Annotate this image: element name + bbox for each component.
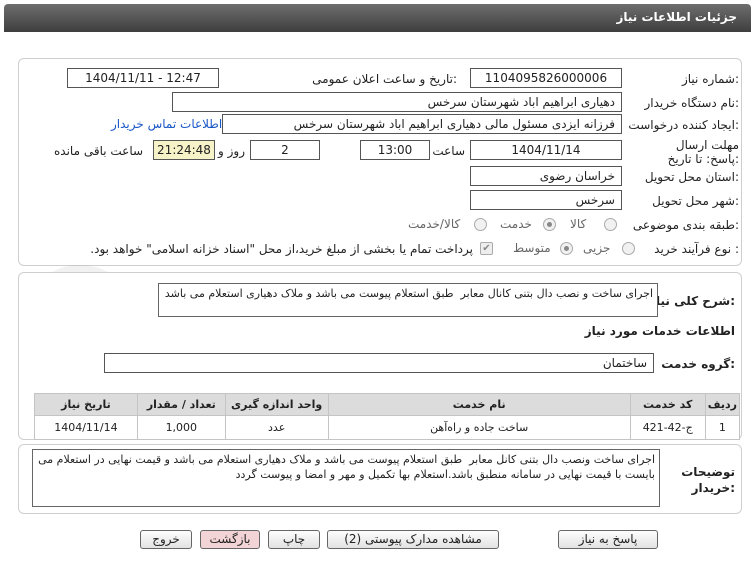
deadline-days-label: روز و [218, 144, 245, 158]
buyer-org-label: نام دستگاه خریدار: [644, 96, 740, 110]
deadline-date-field: 1404/11/14 [470, 140, 622, 160]
category-goods-service-label: کالا/خدمت [408, 217, 461, 231]
treasury-note: پرداخت تمام یا بخشی از مبلغ خرید،از محل … [90, 242, 473, 256]
province-label: استان محل تحویل: [644, 170, 739, 184]
cell-service-code: ج-42-421 [629, 415, 706, 440]
col-need-date: تاریخ نیاز [34, 393, 138, 416]
buyer-notes-label: توضیحات خریدار: [681, 465, 735, 495]
deadline-time-label: ساعت [432, 144, 465, 158]
view-attachments-button[interactable]: مشاهده مدارک پیوستی (2) [327, 530, 499, 549]
service-group-field: ساختمان [104, 353, 654, 373]
cell-unit: عدد [224, 415, 329, 440]
cell-need-date: 1404/11/14 [34, 415, 138, 440]
remaining-time-field: 21:24:48 [153, 140, 215, 160]
reply-button[interactable]: پاسخ به نیاز [558, 530, 658, 549]
announce-date-label: تاریخ و ساعت اعلان عمومی: [312, 72, 457, 86]
services-info-title: اطلاعات خدمات مورد نیاز [584, 324, 735, 338]
process-minor-radio[interactable] [622, 242, 635, 255]
need-number-label: شماره نیاز: [681, 72, 739, 86]
col-unit: واحد اندازه گیری [224, 393, 329, 416]
services-table: ردیف کد خدمت نام خدمت واحد اندازه گیری ت… [34, 393, 741, 440]
process-label: نوع فرآیند خرید : [654, 242, 739, 256]
col-service-code: کد خدمت [629, 393, 706, 416]
cell-service-name: ساخت جاده و راه‌آهن [327, 415, 631, 440]
cell-quantity: 1,000 [136, 415, 226, 440]
category-label: طبقه بندی موضوعی: [632, 218, 739, 232]
city-field: سرخس [470, 190, 622, 210]
need-info-panel [18, 58, 742, 266]
process-medium-label: متوسط [513, 241, 551, 255]
back-button[interactable]: بازگشت [200, 530, 260, 549]
table-header-row: ردیف کد خدمت نام خدمت واحد اندازه گیری ت… [34, 393, 741, 416]
deadline-time-field: 13:00 [360, 140, 430, 160]
buyer-org-field: دهیاری ابراهیم اباد شهرستان سرخس [172, 92, 622, 112]
requester-label: ایجاد کننده درخواست: [628, 118, 739, 132]
description-textarea[interactable]: اجرای ساخت و نصب دال بتنی کانال معابر طب… [158, 283, 658, 317]
description-label: شرح کلی نیاز: [649, 294, 735, 308]
category-service-label: خدمت [500, 217, 532, 231]
need-number-field: 1104095826000006 [470, 68, 622, 88]
col-row: ردیف [704, 393, 741, 416]
requester-field: فرزانه ایزدی مسئول مالی دهیاری ابراهیم ا… [222, 114, 622, 134]
cell-row: 1 [704, 415, 741, 440]
service-group-label: گروه خدمت: [661, 357, 735, 371]
remaining-time-label: ساعت باقی مانده [54, 144, 144, 158]
buyer-contact-link[interactable]: اطلاعات تماس خریدار [111, 117, 222, 131]
deadline-label: مهلت ارسال پاسخ: تا تاریخ: [667, 138, 739, 166]
city-label: شهر محل تحویل: [652, 194, 739, 208]
treasury-checkbox[interactable]: ✔ [480, 242, 493, 255]
deadline-days-field: 2 [250, 140, 320, 160]
exit-button[interactable]: خروج [140, 530, 192, 549]
process-minor-label: جزیی [583, 241, 611, 255]
col-quantity: تعداد / مقدار [136, 393, 226, 416]
print-button[interactable]: چاپ [268, 530, 320, 549]
announce-date-field: 1404/11/11 - 12:47 [67, 68, 219, 88]
category-goods-label: کالا [570, 217, 587, 231]
page-title: جزئیات اطلاعات نیاز [616, 10, 737, 24]
province-field: خراسان رضوی [470, 166, 622, 186]
category-goods-service-radio[interactable] [474, 218, 487, 231]
table-row: 1 ج-42-421 ساخت جاده و راه‌آهن عدد 1,000… [34, 415, 741, 440]
category-service-radio[interactable] [543, 218, 556, 231]
buyer-notes-textarea[interactable]: اجرای ساخت ونصب دال بتنی کانل معابر طبق … [32, 449, 660, 507]
col-service-name: نام خدمت [327, 393, 631, 416]
page-header: جزئیات اطلاعات نیاز [4, 4, 751, 32]
process-medium-radio[interactable] [560, 242, 573, 255]
category-goods-radio[interactable] [604, 218, 617, 231]
